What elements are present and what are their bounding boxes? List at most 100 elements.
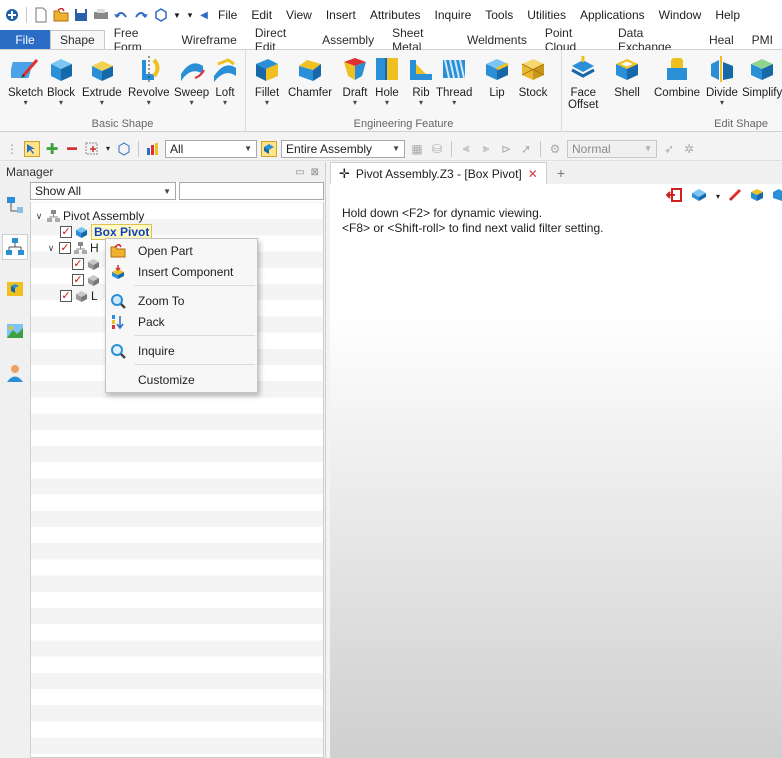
- ctx-insert-component[interactable]: Insert Component: [106, 262, 257, 282]
- menu-file[interactable]: File: [213, 8, 242, 22]
- display-mode-icon[interactable]: [772, 188, 782, 205]
- ctx-inquire[interactable]: Inquire: [106, 341, 257, 361]
- tree-row-root[interactable]: ∨ Pivot Assembly: [34, 208, 145, 224]
- new-file-icon[interactable]: [33, 7, 49, 23]
- shaded-box-icon[interactable]: [750, 188, 764, 205]
- loft-button[interactable]: Loft ▾: [210, 54, 240, 107]
- close-icon[interactable]: ✕: [528, 167, 538, 181]
- tree-row-part-2[interactable]: ✓: [72, 272, 100, 288]
- view-orient-icon[interactable]: [690, 188, 708, 205]
- tab-pmi[interactable]: PMI: [743, 30, 782, 49]
- menu-utilities[interactable]: Utilities: [522, 8, 571, 22]
- restore-icon[interactable]: ▭: [295, 167, 304, 178]
- print-icon[interactable]: [93, 7, 109, 23]
- history-manager-icon[interactable]: [2, 192, 28, 218]
- face-offset-button[interactable]: Face Offset: [568, 54, 598, 111]
- menu-tools[interactable]: Tools: [480, 8, 518, 22]
- tab-shape[interactable]: Shape: [50, 30, 105, 49]
- settings-small-icon[interactable]: ✲: [681, 141, 697, 157]
- triangle-left-icon[interactable]: ◀: [199, 7, 209, 23]
- draft-button[interactable]: Draft ▾: [340, 54, 370, 107]
- menu-insert[interactable]: Insert: [321, 8, 361, 22]
- undo-icon[interactable]: [113, 7, 129, 23]
- align-right-icon[interactable]: ⊳: [498, 141, 514, 157]
- select-cursor-icon[interactable]: [24, 140, 40, 157]
- tab-data-exchange[interactable]: Data Exchange: [609, 26, 700, 54]
- divide-button[interactable]: Divide ▾: [706, 54, 738, 107]
- graphics-viewport[interactable]: ▾ Hold down <F2> for dynamic viewing. <F…: [330, 184, 782, 758]
- visibility-checkbox[interactable]: ✓: [59, 242, 71, 254]
- tab-wireframe[interactable]: Wireframe: [173, 30, 246, 49]
- menu-applications[interactable]: Applications: [575, 8, 650, 22]
- tab-direct-edit[interactable]: Direct Edit: [246, 26, 313, 54]
- menu-help[interactable]: Help: [710, 8, 745, 22]
- visibility-checkbox[interactable]: ✓: [60, 290, 72, 302]
- part-library-icon[interactable]: [2, 276, 28, 302]
- extrude-button[interactable]: Extrude ▾: [82, 54, 122, 107]
- tab-assembly[interactable]: Assembly: [313, 30, 383, 49]
- tab-point-cloud[interactable]: Point Cloud: [536, 26, 609, 54]
- fillet-button[interactable]: Fillet ▾: [252, 54, 282, 107]
- redo-icon[interactable]: [133, 7, 149, 23]
- menu-view[interactable]: View: [281, 8, 317, 22]
- chevron-down-icon[interactable]: ▾: [716, 192, 720, 201]
- open-file-icon[interactable]: [53, 7, 69, 23]
- document-tab[interactable]: ✛ Pivot Assembly.Z3 - [Box Pivot] ✕: [330, 162, 547, 184]
- chevron-down-icon[interactable]: ▼: [173, 7, 181, 23]
- customize-qa-icon[interactable]: ▾: [185, 7, 195, 23]
- rib-button[interactable]: Rib ▾: [406, 54, 436, 107]
- tab-free-form[interactable]: Free Form: [105, 26, 173, 54]
- chevron-down-icon[interactable]: ∨: [46, 243, 56, 254]
- ctx-zoom-to[interactable]: Zoom To: [106, 291, 257, 311]
- pick-arrow-icon[interactable]: ➶: [661, 141, 677, 157]
- ctx-pack[interactable]: Pack: [106, 312, 257, 332]
- tab-file[interactable]: File: [0, 30, 50, 49]
- menu-edit[interactable]: Edit: [246, 8, 277, 22]
- ctx-open-part[interactable]: Open Part: [106, 241, 257, 261]
- minus-icon[interactable]: ━: [64, 141, 80, 158]
- simplify-button[interactable]: Simplify: [742, 54, 782, 99]
- app-logo-icon[interactable]: [4, 7, 20, 23]
- assembly-scope-icon[interactable]: [261, 140, 277, 157]
- chevron-down-icon[interactable]: ∨: [34, 211, 44, 222]
- tree-row-part-1[interactable]: ✓: [72, 256, 100, 272]
- combine-button[interactable]: Combine: [654, 54, 700, 99]
- tab-heal[interactable]: Heal: [700, 30, 743, 49]
- user-icon[interactable]: [2, 360, 28, 386]
- chevron-down-icon[interactable]: ▾: [104, 141, 112, 157]
- regen-icon[interactable]: [153, 7, 169, 23]
- tree-row-subassembly[interactable]: ∨ ✓ H: [46, 240, 99, 256]
- plus-icon[interactable]: ✚: [44, 141, 60, 158]
- visibility-checkbox[interactable]: ✓: [72, 258, 84, 270]
- lasso-icon[interactable]: [116, 141, 132, 157]
- align-center-icon[interactable]: ⫸: [478, 141, 494, 157]
- align-left-icon[interactable]: ⫷: [458, 141, 474, 157]
- measure-icon[interactable]: [728, 188, 742, 205]
- visibility-checkbox[interactable]: ✓: [60, 226, 72, 238]
- gear-icon[interactable]: ⚙: [547, 141, 563, 157]
- sweep-button[interactable]: Sweep ▾: [174, 54, 209, 107]
- assembly-manager-icon[interactable]: [2, 234, 28, 260]
- menu-attributes[interactable]: Attributes: [365, 8, 426, 22]
- grid-icon[interactable]: ▦: [409, 141, 425, 157]
- filter-icon[interactable]: [145, 141, 161, 157]
- block-button[interactable]: Block ▾: [46, 54, 76, 107]
- visibility-checkbox[interactable]: ✓: [72, 274, 84, 286]
- image-manager-icon[interactable]: [2, 318, 28, 344]
- scope-combo[interactable]: Entire Assembly ▼: [281, 139, 405, 158]
- stamp-icon[interactable]: ⛁: [429, 141, 445, 157]
- sketch-button[interactable]: Sketch ▾: [8, 54, 43, 107]
- chamfer-button[interactable]: Chamfer: [288, 54, 332, 99]
- ctx-customize[interactable]: Customize: [106, 370, 257, 390]
- box-select-icon[interactable]: [84, 141, 100, 157]
- lip-button[interactable]: Lip: [482, 54, 512, 99]
- filter-combo[interactable]: All ▼: [165, 139, 257, 158]
- close-icon[interactable]: ⊠: [311, 167, 319, 178]
- thread-button[interactable]: Thread ▾: [436, 54, 472, 107]
- exit-icon[interactable]: [665, 188, 682, 205]
- tab-weldments[interactable]: Weldments: [458, 30, 536, 49]
- save-icon[interactable]: [73, 7, 89, 23]
- stock-button[interactable]: Stock: [518, 54, 548, 99]
- menu-inquire[interactable]: Inquire: [430, 8, 477, 22]
- menu-window[interactable]: Window: [654, 8, 707, 22]
